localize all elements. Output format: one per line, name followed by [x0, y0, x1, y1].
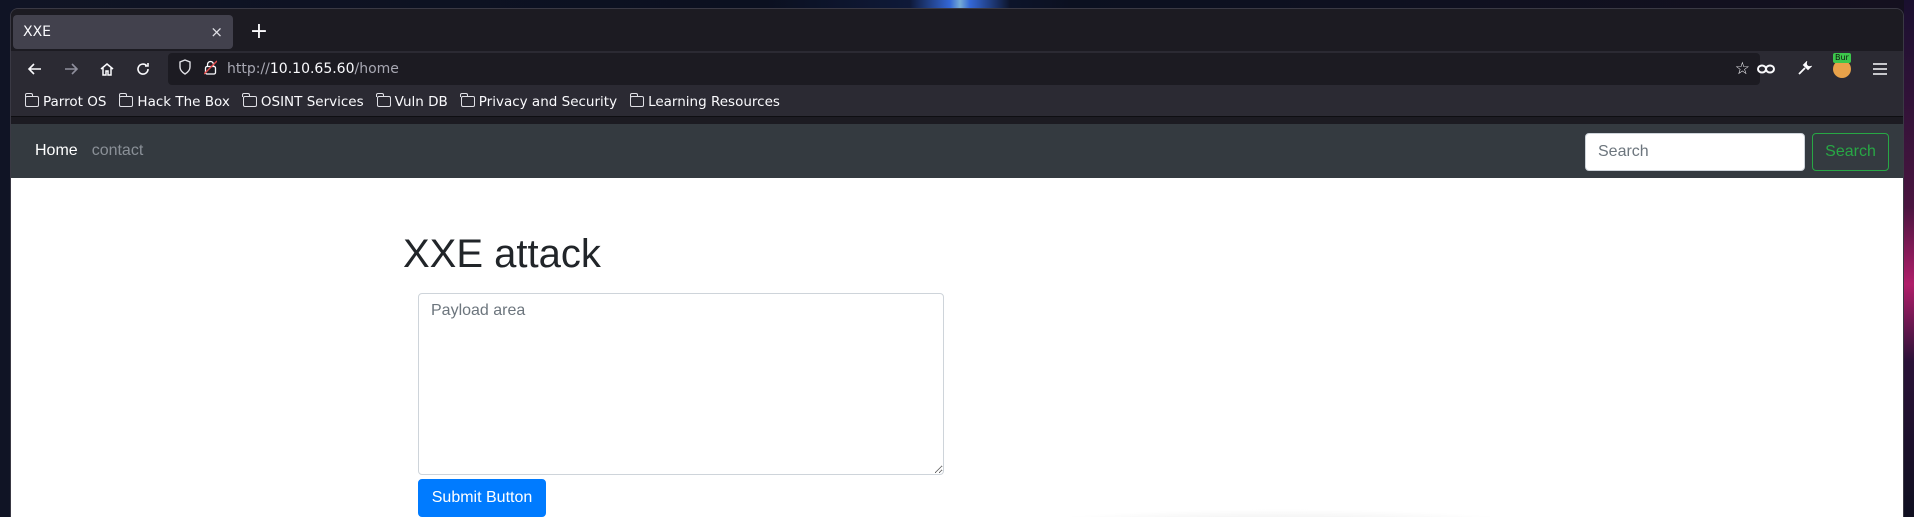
bookmark-label: OSINT Services: [260, 93, 364, 110]
tab-xxe[interactable]: XXE ×: [13, 15, 233, 49]
desktop-edge: [1904, 0, 1914, 517]
folder-icon: [118, 93, 134, 107]
navigation-toolbar: http://10.10.65.60/home ☆ Bur: [11, 51, 1903, 87]
folder-icon: [376, 93, 391, 107]
close-icon[interactable]: ×: [210, 23, 223, 41]
nav-home-link[interactable]: Home: [35, 142, 78, 160]
bookmark-osint-services[interactable]: OSINT Services: [242, 93, 364, 110]
bookmark-label: Learning Resources: [648, 93, 780, 110]
site-navbar: Home contact Search: [11, 124, 1903, 178]
reload-icon[interactable]: [127, 53, 159, 85]
burp-icon[interactable]: Bur: [1825, 53, 1859, 85]
url-path: /home: [354, 61, 399, 77]
url-protocol: http://: [227, 61, 270, 77]
tab-title: XXE: [23, 24, 52, 40]
url-bar[interactable]: http://10.10.65.60/home ☆: [168, 53, 1760, 85]
mask-icon[interactable]: [1749, 53, 1783, 85]
burp-extension: Bur: [1833, 53, 1851, 78]
forward-icon[interactable]: [55, 53, 87, 85]
search-button[interactable]: Search: [1812, 133, 1889, 171]
bookmark-learning-resources[interactable]: Learning Resources: [629, 93, 780, 110]
browser-window: XXE × + http://10.10.65.60/home ☆ Bur Pa…: [10, 8, 1904, 517]
bookmark-hack-the-box[interactable]: Hack The Box: [118, 93, 230, 110]
bookmarks-toolbar: Parrot OS Hack The Box OSINT Services Vu…: [11, 87, 1903, 117]
bookmark-vuln-db[interactable]: Vuln DB: [376, 93, 448, 110]
folder-icon: [460, 93, 475, 107]
url-host: 10.10.65.60: [269, 61, 355, 77]
home-icon[interactable]: [91, 53, 123, 85]
folder-icon: [629, 93, 645, 107]
bookmark-label: Parrot OS: [43, 93, 107, 110]
shield-icon[interactable]: [178, 59, 192, 79]
search-input[interactable]: [1585, 133, 1805, 171]
burp-badge: Bur: [1833, 53, 1851, 63]
toolbar-extensions: Bur: [1747, 53, 1899, 85]
tab-strip: XXE × +: [11, 9, 1903, 51]
back-icon[interactable]: [19, 53, 51, 85]
page-title: XXE attack: [403, 232, 601, 276]
insecure-lock-icon[interactable]: [203, 59, 218, 79]
bookmark-parrot-os[interactable]: Parrot OS: [24, 93, 107, 110]
bookmark-label: Hack The Box: [137, 93, 230, 110]
nav-contact-link[interactable]: contact: [92, 142, 144, 160]
submit-button[interactable]: Submit Button: [418, 479, 546, 517]
bookmark-label: Privacy and Security: [478, 93, 618, 110]
bookmark-privacy-security[interactable]: Privacy and Security: [460, 93, 618, 110]
folder-icon: [24, 93, 39, 107]
bookmark-label: Vuln DB: [394, 93, 448, 110]
page-content: Home contact Search XXE attack Submit Bu…: [11, 124, 1903, 517]
menu-icon[interactable]: [1863, 53, 1897, 85]
folder-icon: [242, 93, 257, 107]
payload-textarea[interactable]: [418, 293, 944, 475]
decorative-shadow: [1001, 509, 1561, 517]
new-tab-button[interactable]: +: [247, 21, 271, 45]
wrench-icon[interactable]: [1787, 53, 1821, 85]
